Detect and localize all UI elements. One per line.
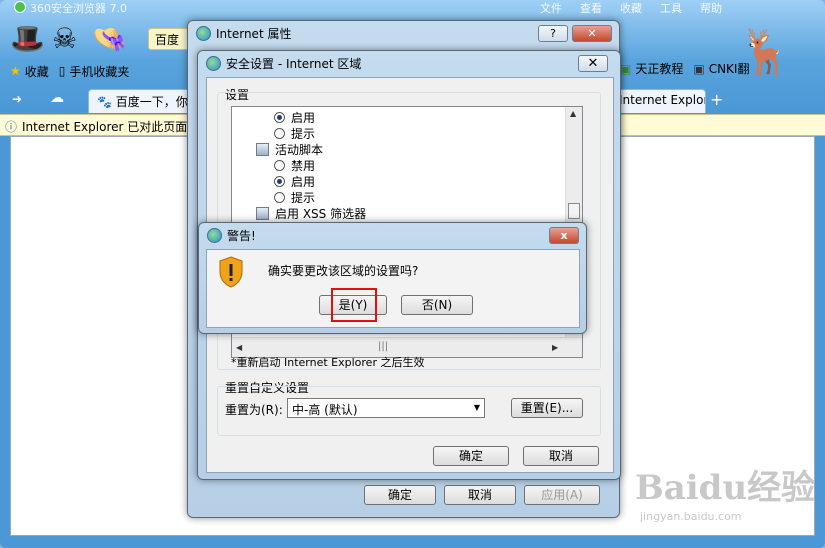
back-arrow-icon[interactable]: ➜: [12, 92, 22, 106]
scroll-thumb[interactable]: [568, 203, 580, 219]
scroll-grip-icon: |||: [378, 341, 389, 352]
reset-button[interactable]: 重置(E)...: [511, 398, 583, 418]
menu-favorites[interactable]: 收藏: [620, 0, 642, 16]
radio-checked[interactable]: [274, 176, 285, 187]
help-button[interactable]: ?: [538, 25, 568, 42]
settings-icon: [256, 143, 269, 156]
bookmark-icon: ▣: [620, 61, 632, 76]
settings-icon: [256, 207, 269, 220]
menu-bar: 文件 查看 收藏 工具 帮助: [540, 0, 722, 16]
skull-icon: ☠: [52, 22, 78, 55]
watermark-url: jingyan.baidu.com: [640, 510, 742, 523]
apply-button[interactable]: 应用(A): [524, 485, 600, 505]
list-item[interactable]: 启用: [274, 109, 315, 126]
message-text: 确实要更改该区域的设置吗?: [268, 264, 419, 278]
menu-help[interactable]: 帮助: [700, 0, 722, 16]
star-icon: ★: [10, 64, 21, 78]
fav-tianzheng[interactable]: ▣ 天正教程: [620, 60, 683, 77]
info-icon: ⓘ: [5, 120, 18, 134]
browser-title: 360安全浏览器 7.0: [30, 2, 127, 15]
radio[interactable]: [274, 128, 285, 139]
ok-button[interactable]: 确定: [433, 446, 509, 466]
scroll-left-icon[interactable]: ◀: [236, 343, 242, 352]
favorites-button[interactable]: ★ 收藏: [10, 63, 49, 80]
warning-shield-icon: [219, 256, 243, 288]
close-button[interactable]: ✕: [572, 25, 612, 42]
globe-icon: [206, 56, 221, 71]
bookmark-icon: ▣: [693, 61, 705, 76]
close-button[interactable]: ✕: [578, 55, 608, 72]
cancel-button[interactable]: 取消: [523, 446, 599, 466]
list-item[interactable]: 提示: [274, 125, 315, 142]
paw-icon: 🐾: [97, 95, 112, 109]
straw-hat-icon: 👒: [92, 22, 127, 55]
reset-to-label: 重置为(R):: [225, 403, 283, 417]
menu-view[interactable]: 查看: [580, 0, 602, 16]
cancel-button[interactable]: 取消: [444, 485, 516, 505]
list-header: 启用 XSS 筛选器: [256, 205, 366, 222]
ok-button[interactable]: 确定: [364, 485, 436, 505]
list-header: 活动脚本: [256, 141, 323, 158]
reset-level-select[interactable]: 中-高 (默认) ▼: [287, 398, 485, 418]
warning-body: 确实要更改该区域的设置吗? 是(Y) 否(N): [206, 249, 580, 328]
close-button[interactable]: x: [549, 227, 579, 244]
mobile-favorites-button[interactable]: ▯ 手机收藏夹: [59, 63, 130, 80]
pirate-hat-icon: 🎩: [10, 22, 45, 55]
warning-dialog: 警告! x 确实要更改该区域的设置吗? 是(Y) 否(N): [198, 222, 587, 334]
chevron-down-icon: ▼: [473, 403, 480, 412]
radio-checked[interactable]: [274, 112, 285, 123]
scroll-right-icon[interactable]: ▶: [552, 343, 558, 352]
dialog-title: 安全设置 - Internet 区域: [226, 57, 362, 71]
list-item[interactable]: 提示: [274, 189, 315, 206]
favorites-bar-right: ▣ 天正教程 ▣ CNKI翻: [620, 60, 749, 77]
no-button[interactable]: 否(N): [401, 295, 473, 315]
dialog-title: Internet 属性: [216, 27, 292, 41]
list-item[interactable]: 禁用: [274, 157, 315, 174]
browser-titlebar: 360安全浏览器 7.0 文件 查看 收藏 工具 帮助: [0, 0, 825, 16]
watermark: Baidu经验: [635, 468, 816, 508]
new-tab-button[interactable]: +: [710, 90, 723, 109]
list-item[interactable]: 启用: [274, 173, 315, 190]
menu-tools[interactable]: 工具: [660, 0, 682, 16]
tab-ie[interactable]: Internet Explorer E: [610, 89, 706, 113]
browser-logo-icon: [14, 1, 26, 13]
globe-icon: [196, 26, 211, 41]
phone-icon: ▯: [58, 64, 66, 78]
scroll-up-icon[interactable]: ▲: [570, 109, 576, 118]
fav-cnki[interactable]: ▣ CNKI翻: [693, 60, 749, 77]
radio[interactable]: [274, 160, 285, 171]
cloud-icon[interactable]: ☁: [50, 90, 64, 106]
menu-file[interactable]: 文件: [540, 0, 562, 16]
globe-icon: [207, 228, 222, 243]
radio[interactable]: [274, 192, 285, 203]
restart-note: *重新启动 Internet Explorer 之后生效: [231, 356, 425, 369]
warning-title: 警告!: [227, 229, 256, 243]
highlight-box: [331, 288, 377, 322]
tab-baidu[interactable]: 🐾 百度一下，你就: [88, 89, 194, 113]
